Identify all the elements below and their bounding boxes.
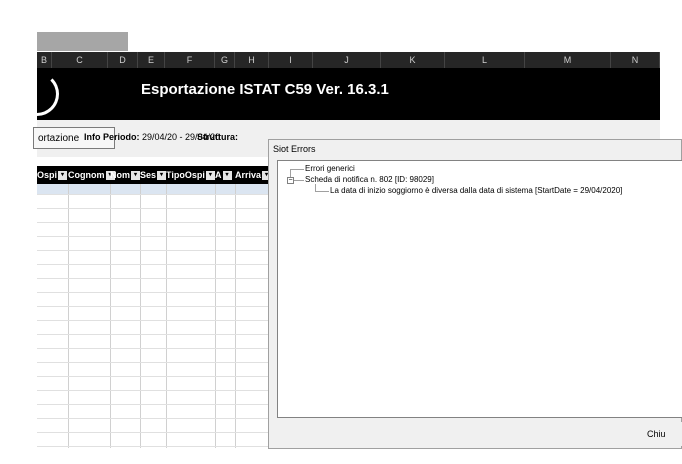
grid-row-line [37, 236, 268, 237]
filter-dropdown-icon[interactable]: ▾ [222, 171, 232, 181]
grid-header-label: Ses [140, 170, 157, 180]
data-grid[interactable]: Ospi ▾ Cognom ▾ Nom ▾ Ses ▾ TipoOspi ▾ A ▾ Arr… [37, 166, 268, 448]
grid-row-line [37, 362, 268, 363]
column-header-i[interactable]: I [269, 52, 313, 68]
filter-dropdown-icon[interactable]: ▾ [157, 171, 167, 181]
grid-row-line [37, 194, 268, 195]
tree-connector [290, 169, 291, 177]
column-header-f[interactable]: F [165, 52, 215, 68]
column-header-g[interactable]: G [215, 52, 235, 68]
grid-row-line [37, 208, 268, 209]
grid-column-line [235, 184, 236, 448]
error-tree[interactable]: Errori generici − Scheda di notifica n. … [277, 160, 682, 418]
grid-row-line [37, 306, 268, 307]
column-header-c[interactable]: C [52, 52, 108, 68]
grid-header-cognome[interactable]: Cognom ▾ [68, 168, 115, 182]
tree-connector [294, 180, 304, 181]
grid-row-line [37, 278, 268, 279]
grid-row-line [37, 404, 268, 405]
column-header-b[interactable]: B [37, 52, 52, 68]
grid-column-line [68, 184, 69, 448]
filter-dropdown-icon[interactable]: ▾ [205, 171, 215, 181]
grid-row-line [37, 264, 268, 265]
tree-connector [290, 169, 304, 170]
grid-column-line [215, 184, 216, 448]
grid-row-line [37, 348, 268, 349]
header-banner: Esportazione ISTAT C59 Ver. 16.3.1 [15, 68, 660, 120]
grid-header-label: Arriva [235, 170, 262, 180]
grid-header-nome[interactable]: Nom ▾ [110, 168, 140, 182]
tree-item-errori-generici[interactable]: Errori generici [305, 164, 355, 173]
grid-row-selected[interactable] [37, 184, 268, 194]
collapse-icon[interactable]: − [287, 177, 294, 184]
grid-header-label: TipoOspi [166, 170, 205, 180]
logo-icon [15, 72, 59, 116]
grid-header-label: A [215, 170, 222, 180]
siot-errors-dialog: Siot Errors Errori generici − Scheda di … [268, 139, 682, 449]
column-header-h[interactable]: H [235, 52, 269, 68]
sheet-tab[interactable] [37, 32, 128, 51]
grid-header-sesso[interactable]: Ses ▾ [140, 168, 167, 182]
grid-header-tipo-ospite[interactable]: TipoOspi ▾ [166, 168, 215, 182]
grid-row-line [37, 222, 268, 223]
grid-row-line [37, 250, 268, 251]
grid-header-label: Ospi [37, 170, 58, 180]
close-button[interactable]: Chiu [635, 422, 682, 446]
filter-dropdown-icon[interactable]: ▾ [131, 171, 140, 181]
grid-header-ospite[interactable]: Ospi ▾ [37, 168, 68, 182]
grid-row-line [37, 376, 268, 377]
grid-header-label: Nom [110, 170, 130, 180]
tree-connector [315, 191, 329, 192]
grid-header: Ospi ▾ Cognom ▾ Nom ▾ Ses ▾ TipoOspi ▾ A ▾ Arr… [37, 166, 268, 184]
tree-item-scheda-notifica[interactable]: Scheda di notifica n. 802 [ID: 98029] [305, 175, 434, 184]
banner-title: Esportazione ISTAT C59 Ver. 16.3.1 [141, 81, 389, 98]
grid-column-line [140, 184, 141, 448]
tree-connector [315, 184, 316, 191]
column-header-k[interactable]: K [381, 52, 445, 68]
column-header-bar: B C D E F G H I J K L M N [37, 52, 660, 68]
info-periodo-label: Info Periodo: [84, 132, 140, 142]
grid-row-line [37, 292, 268, 293]
column-header-j[interactable]: J [313, 52, 381, 68]
struttura-label: Struttura: [197, 132, 238, 142]
tree-item-error-detail[interactable]: La data di inizio soggiorno è diversa da… [330, 186, 622, 195]
grid-row-line [37, 320, 268, 321]
grid-column-line [110, 184, 111, 448]
grid-row-line [37, 418, 268, 419]
dialog-title: Siot Errors [273, 144, 316, 154]
column-header-l[interactable]: L [445, 52, 525, 68]
grid-column-line [166, 184, 167, 448]
grid-row-line [37, 390, 268, 391]
grid-header-arrivo[interactable]: Arriva ▾ [235, 168, 268, 182]
grid-header-a[interactable]: A ▾ [215, 168, 232, 182]
grid-row-line [37, 446, 268, 447]
column-header-n[interactable]: N [611, 52, 660, 68]
column-header-e[interactable]: E [138, 52, 165, 68]
grid-row-line [37, 334, 268, 335]
filter-dropdown-icon[interactable]: ▾ [58, 171, 68, 181]
grid-row-line [37, 432, 268, 433]
column-header-m[interactable]: M [525, 52, 611, 68]
column-header-d[interactable]: D [108, 52, 138, 68]
grid-header-label: Cognom [68, 170, 105, 180]
